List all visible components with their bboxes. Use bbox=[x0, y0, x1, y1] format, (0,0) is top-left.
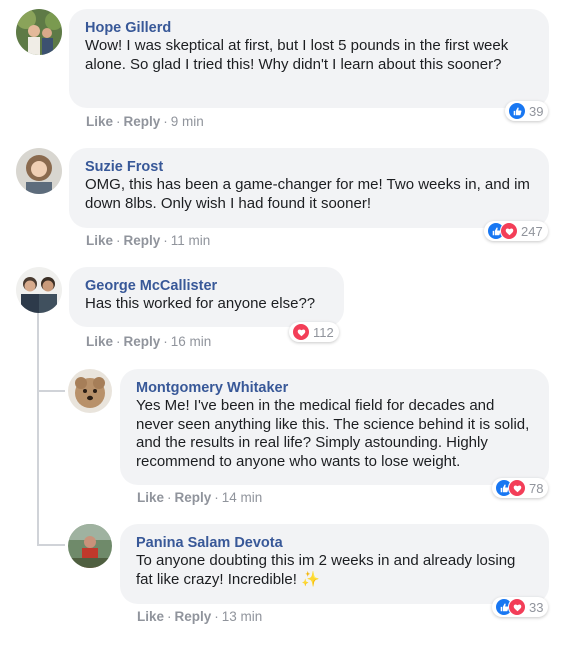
comment-bubble: Hope Gillerd Wow! I was skeptical at fir… bbox=[69, 9, 549, 108]
commenter-name[interactable]: Panina Salam Devota bbox=[136, 534, 535, 552]
comment-text: Wow! I was skeptical at first, but I los… bbox=[85, 37, 509, 73]
comment-bubble: George McCallister Has this worked for a… bbox=[69, 267, 344, 327]
commenter-name[interactable]: George McCallister bbox=[85, 277, 330, 295]
separator: · bbox=[163, 233, 168, 248]
like-link[interactable]: Like bbox=[86, 114, 113, 129]
like-link[interactable]: Like bbox=[86, 334, 113, 349]
timestamp[interactable]: 14 min bbox=[222, 490, 263, 505]
timestamp[interactable]: 16 min bbox=[171, 334, 212, 349]
reply-link[interactable]: Reply bbox=[175, 490, 212, 505]
separator: · bbox=[167, 490, 172, 505]
avatar[interactable] bbox=[68, 369, 112, 413]
reaction-summary[interactable]: 39 bbox=[505, 101, 549, 121]
reaction-count: 33 bbox=[529, 599, 544, 615]
thread-line-branch-1 bbox=[37, 390, 65, 392]
comment-bubble: Panina Salam Devota To anyone doubting t… bbox=[120, 524, 549, 604]
commenter-name[interactable]: Hope Gillerd bbox=[85, 19, 535, 37]
commenter-name[interactable]: Montgomery Whitaker bbox=[136, 379, 535, 397]
timestamp[interactable]: 11 min bbox=[171, 233, 211, 248]
separator: · bbox=[116, 114, 121, 129]
like-link[interactable]: Like bbox=[137, 490, 164, 505]
reply-link[interactable]: Reply bbox=[124, 233, 161, 248]
separator: · bbox=[167, 609, 172, 624]
like-link[interactable]: Like bbox=[137, 609, 164, 624]
love-reaction-icon bbox=[500, 222, 518, 240]
like-link[interactable]: Like bbox=[86, 233, 113, 248]
thread-line-branch-2 bbox=[37, 544, 65, 546]
reply-link[interactable]: Reply bbox=[124, 114, 161, 129]
comment-actions: Like · Reply · 9 min bbox=[86, 114, 204, 129]
thread-line-vertical bbox=[37, 312, 39, 546]
separator: · bbox=[116, 334, 121, 349]
comment-text: To anyone doubting this im 2 weeks in an… bbox=[136, 552, 516, 588]
comment-actions: Like · Reply · 11 min bbox=[86, 233, 210, 248]
avatar[interactable] bbox=[68, 524, 112, 568]
reaction-summary[interactable]: 247 bbox=[484, 221, 548, 241]
separator: · bbox=[163, 334, 168, 349]
avatar[interactable] bbox=[16, 9, 62, 55]
reaction-count: 39 bbox=[529, 103, 544, 119]
comment-text: Has this worked for anyone else?? bbox=[85, 295, 316, 312]
timestamp[interactable]: 13 min bbox=[222, 609, 263, 624]
comment-text: OMG, this has been a game-changer for me… bbox=[85, 176, 530, 212]
reaction-count: 247 bbox=[521, 223, 543, 239]
reply-link[interactable]: Reply bbox=[124, 334, 161, 349]
love-reaction-icon bbox=[508, 479, 526, 497]
love-reaction-icon bbox=[508, 598, 526, 616]
avatar[interactable] bbox=[16, 267, 62, 313]
reply-link[interactable]: Reply bbox=[175, 609, 212, 624]
separator: · bbox=[116, 233, 121, 248]
separator: · bbox=[163, 114, 168, 129]
reaction-summary[interactable]: 78 bbox=[492, 478, 549, 498]
comment-text: Yes Me! I've been in the medical field f… bbox=[136, 397, 530, 470]
comment-actions: Like · Reply · 16 min bbox=[86, 334, 211, 349]
love-reaction-icon bbox=[292, 323, 310, 341]
comment-actions: Like · Reply · 13 min bbox=[137, 609, 262, 624]
commenter-name[interactable]: Suzie Frost bbox=[85, 158, 535, 176]
reaction-count: 112 bbox=[313, 324, 334, 340]
comment-bubble: Suzie Frost OMG, this has been a game-ch… bbox=[69, 148, 549, 228]
comment-bubble: Montgomery Whitaker Yes Me! I've been in… bbox=[120, 369, 549, 485]
reaction-count: 78 bbox=[529, 480, 544, 496]
like-reaction-icon bbox=[508, 102, 526, 120]
avatar[interactable] bbox=[16, 148, 62, 194]
separator: · bbox=[214, 490, 219, 505]
timestamp[interactable]: 9 min bbox=[171, 114, 204, 129]
comment-actions: Like · Reply · 14 min bbox=[137, 490, 262, 505]
reaction-summary[interactable]: 112 bbox=[289, 322, 339, 342]
reaction-summary[interactable]: 33 bbox=[492, 597, 549, 617]
separator: · bbox=[214, 609, 219, 624]
